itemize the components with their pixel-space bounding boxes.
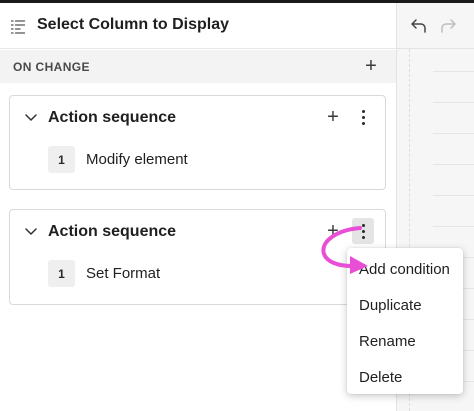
more-options-button[interactable] <box>352 218 374 244</box>
menu-item-delete[interactable]: Delete <box>347 359 463 395</box>
more-options-button[interactable] <box>352 104 374 130</box>
on-change-section: ON CHANGE + <box>0 50 396 83</box>
actions-panel: Select Column to Display ON CHANGE + Act… <box>0 3 396 411</box>
chevron-down-icon[interactable] <box>24 113 38 123</box>
step-label[interactable]: Set Format <box>86 265 160 282</box>
panel-title: Select Column to Display <box>37 16 230 33</box>
canvas-toolbar <box>397 3 474 49</box>
add-action-sequence-button[interactable]: + <box>362 55 380 77</box>
step-label[interactable]: Modify element <box>86 151 188 168</box>
redo-icon[interactable] <box>439 17 457 35</box>
add-action-button[interactable]: + <box>324 106 342 128</box>
more-options-menu: Add condition Duplicate Rename Delete <box>347 248 463 394</box>
chevron-down-icon[interactable] <box>24 227 38 237</box>
more-vertical-icon <box>361 235 365 239</box>
menu-item-rename[interactable]: Rename <box>347 323 463 359</box>
more-vertical-icon <box>361 229 365 233</box>
list-settings-icon <box>10 20 26 34</box>
add-action-button[interactable]: + <box>324 220 342 242</box>
menu-item-duplicate[interactable]: Duplicate <box>347 287 463 323</box>
section-label: ON CHANGE <box>13 60 90 74</box>
more-vertical-icon <box>361 223 365 227</box>
more-vertical-icon <box>361 115 365 119</box>
card-title: Action sequence <box>48 223 177 240</box>
undo-icon[interactable] <box>410 17 428 35</box>
action-sequence-card: Action sequence + 1 Modify element <box>9 95 386 190</box>
action-sequence-card: Action sequence + 1 Set Format <box>9 209 386 305</box>
more-vertical-icon <box>361 121 365 125</box>
more-vertical-icon <box>361 109 365 113</box>
card-title: Action sequence <box>48 109 177 126</box>
step-number-badge: 1 <box>48 260 75 287</box>
step-number-badge: 1 <box>48 146 75 173</box>
panel-header: Select Column to Display <box>0 3 396 49</box>
menu-item-add-condition[interactable]: Add condition <box>347 251 463 287</box>
